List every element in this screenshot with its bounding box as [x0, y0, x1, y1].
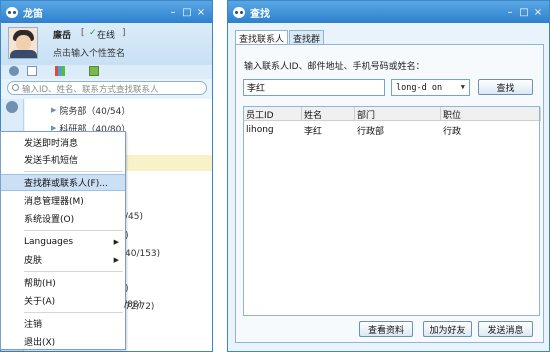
status-bracket-close: ] — [122, 28, 126, 38]
menu-separator — [24, 312, 123, 313]
column-header[interactable]: 职位 — [441, 107, 541, 121]
avatar-face — [16, 35, 31, 51]
user-name: 廉岳 — [53, 31, 72, 41]
group-row[interactable]: ▶ 院务部（40/54） — [51, 103, 130, 117]
app-icon — [233, 6, 245, 18]
search-type-select[interactable]: long-d on ▼ — [391, 79, 470, 96]
tab-find-contact[interactable]: 查找联系人 — [235, 30, 289, 45]
table-cell: 行政部 — [357, 126, 385, 137]
contact-search[interactable]: 输入ID、姓名、联系方式查找联系人 — [7, 81, 207, 95]
menu-item-exit[interactable]: 退出(X) — [1, 333, 125, 350]
table-cell: 行政 — [443, 126, 462, 137]
group-count: /88) — [124, 300, 142, 310]
menu-item-settings[interactable]: 系统设置(O) — [1, 210, 125, 227]
avatar-shirt — [10, 50, 37, 58]
profile-panel: 廉岳 [ ✓ 在线 ] 点击输入个性签名 — [1, 23, 212, 65]
menu-item-logout[interactable]: 注销 — [1, 315, 125, 332]
menu-item-help[interactable]: 帮助(H) — [1, 274, 125, 291]
group-label: 院务部（40/54） — [59, 106, 131, 117]
avatar[interactable] — [8, 27, 38, 59]
find-panel: 输入联系人ID、邮件地址、手机号码或姓名： 李红 long-d on ▼ 查找 … — [235, 44, 544, 343]
search-button[interactable]: 查找 — [478, 79, 533, 95]
status-bracket-open: [ — [81, 28, 85, 38]
main-titlebar[interactable]: 龙笛 – □ × — [1, 1, 212, 23]
maximize-button[interactable]: □ — [518, 7, 530, 18]
minimize-button[interactable]: – — [167, 7, 179, 18]
submenu-arrow-icon: ▶ — [113, 255, 119, 264]
menu-item-about[interactable]: 关于(A) — [1, 292, 125, 309]
find-tabs: 查找联系人 查找群 — [235, 30, 325, 45]
search-input[interactable]: 输入ID、姓名、联系方式查找联系人 — [22, 83, 159, 95]
group-count: 40/153) — [125, 249, 161, 259]
chevron-down-icon[interactable]: ▼ — [461, 83, 465, 91]
column-header[interactable]: 员工ID — [244, 107, 302, 121]
menu-item-send-sms[interactable]: 发送手机短信 — [1, 151, 125, 168]
main-title: 龙笛 — [23, 8, 43, 20]
instruction-text: 输入联系人ID、邮件地址、手机号码或姓名： — [244, 62, 425, 72]
add-friend-button[interactable]: 加为好友 — [423, 321, 472, 337]
addon-icon[interactable] — [89, 66, 99, 76]
minimize-button[interactable]: – — [504, 7, 516, 18]
find-titlebar[interactable]: 查找 – □ × — [228, 1, 549, 23]
results-table: 员工ID 姓名 部门 职位 lihong 李红 行政部 行政 — [243, 106, 541, 316]
column-header[interactable]: 姓名 — [302, 107, 355, 121]
menu-item-send-im[interactable]: 发送即时消息 — [1, 134, 125, 151]
expand-arrow-icon[interactable]: ▶ — [51, 106, 56, 114]
column-header[interactable]: 部门 — [355, 107, 441, 121]
table-cell: lihong — [246, 125, 274, 135]
menu-item-languages[interactable]: Languages ▶ — [1, 233, 125, 250]
chat-icon[interactable] — [9, 66, 19, 76]
find-window: 查找 – □ × 查找联系人 查找群 输入联系人ID、邮件地址、手机号码或姓名：… — [227, 0, 550, 352]
keyword-input[interactable]: 李红 — [243, 79, 385, 96]
menu-separator — [24, 271, 123, 272]
tab-find-group[interactable]: 查找群 — [289, 30, 325, 45]
signature-field[interactable]: 点击输入个性签名 — [53, 46, 125, 59]
results-header: 员工ID 姓名 部门 职位 — [244, 107, 541, 121]
menu-item-skin[interactable]: 皮肤 ▶ — [1, 251, 125, 268]
search-icon — [12, 84, 19, 91]
main-toolbar — [1, 65, 212, 79]
highlighted-row[interactable] — [123, 155, 212, 171]
table-cell: 李红 — [304, 126, 323, 137]
close-button[interactable]: × — [195, 7, 207, 18]
menu-separator — [24, 171, 123, 172]
menu-item-message-manager[interactable]: 消息管理器(M) — [1, 192, 125, 209]
app-icon — [6, 6, 18, 18]
menu-separator — [24, 230, 123, 231]
status-selector[interactable]: 在线 — [97, 28, 115, 41]
close-button[interactable]: × — [532, 7, 544, 18]
maximize-button[interactable]: □ — [181, 7, 193, 18]
submenu-arrow-icon: ▶ — [113, 237, 119, 246]
send-message-button[interactable]: 发送消息 — [478, 321, 533, 337]
menu-item-find[interactable]: 查找群或联系人(F)... — [1, 174, 125, 191]
chart-icon[interactable] — [55, 66, 65, 76]
check-icon: ✓ — [89, 28, 97, 38]
menu-item-label: Languages — [24, 236, 74, 247]
main-context-menu: 发送即时消息 发送手机短信 查找群或联系人(F)... 消息管理器(M) 系统设… — [0, 131, 126, 350]
search-type-value: long-d on — [396, 82, 443, 93]
view-profile-button[interactable]: 查看资料 — [359, 321, 413, 337]
menu-item-label: 皮肤 — [24, 256, 43, 266]
find-title: 查找 — [250, 8, 270, 20]
person-icon[interactable] — [6, 101, 18, 113]
group-count: /45) — [125, 212, 143, 222]
mail-icon[interactable] — [27, 66, 37, 76]
